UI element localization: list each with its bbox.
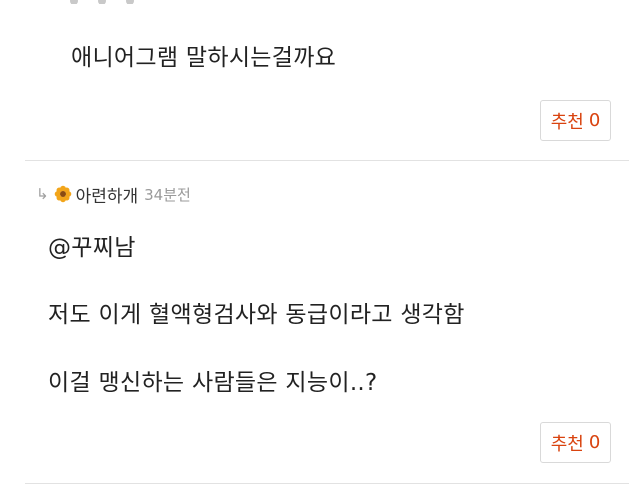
comment-header: ↳ 아련하개 34분전 [36,182,191,207]
recommend-button[interactable]: 추천 0 [540,422,611,463]
comment-divider [25,160,629,161]
comment-divider [25,483,629,484]
flower-icon [54,185,71,203]
comment-text-line: 저도 이게 혈액형검사와 동급이라고 생각함 [48,302,465,328]
recommend-label: 추천 [550,111,584,133]
cut-off-icon [126,0,134,4]
cut-off-header [70,0,190,4]
comment-text-line: 이걸 맹신하는 사람들은 지능이..? [48,370,378,396]
mention-text: @꾸찌남 [48,235,136,261]
recommend-button[interactable]: 추천 0 [540,100,611,141]
recommend-label: 추천 [550,433,584,455]
recommend-count: 0 [588,432,601,453]
previous-reply-text: 애니어그램 말하시는걸까요 [71,45,337,71]
reply-arrow-icon: ↳ [36,185,49,203]
cut-off-icon [98,0,106,4]
author-name[interactable]: 아련하개 [76,182,139,207]
recommend-count: 0 [588,110,601,131]
cut-off-icon [70,0,78,4]
comment-time: 34분전 [144,185,191,204]
comment-thread: 애니어그램 말하시는걸까요 추천 0 ↳ 아련하개 34분전 @꾸찌남 저도 이… [0,0,640,491]
